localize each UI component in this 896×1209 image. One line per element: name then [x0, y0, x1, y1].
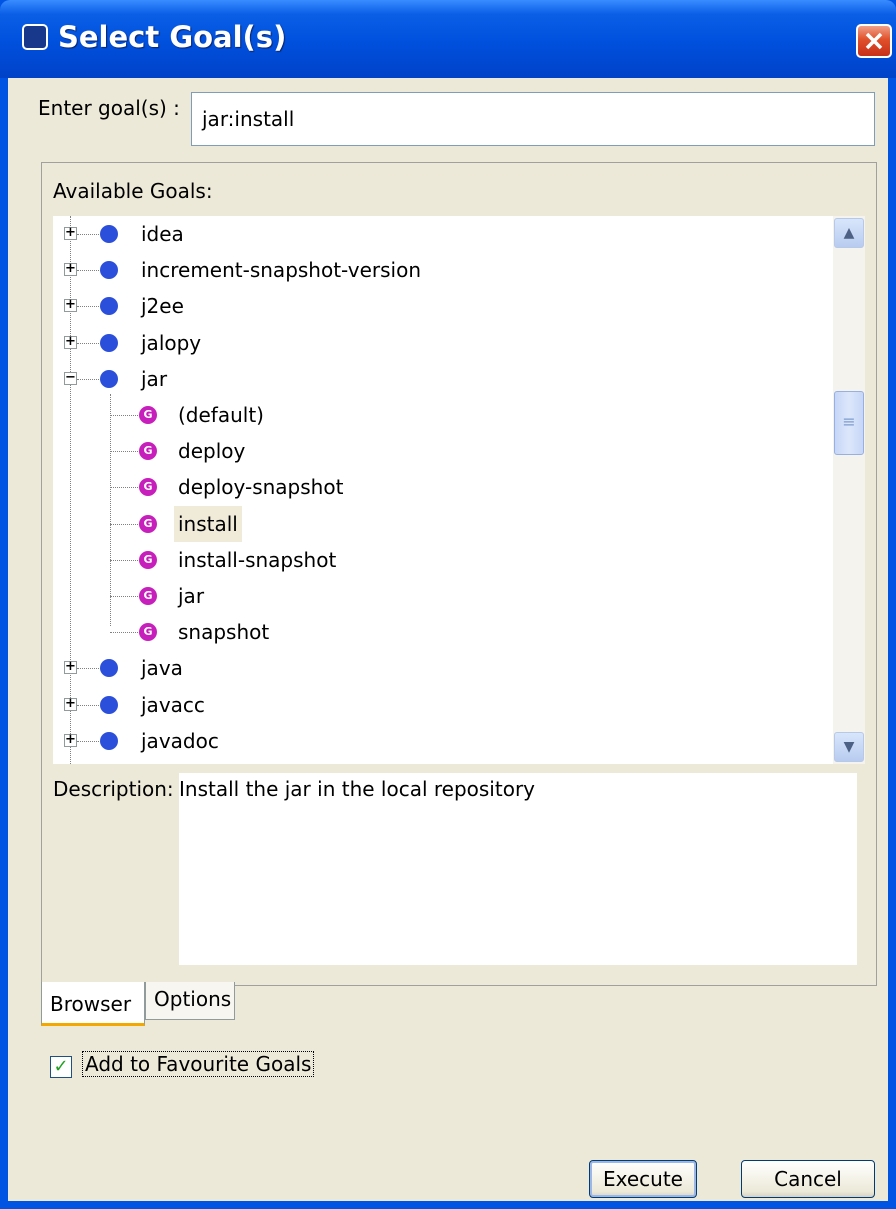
enter-goals-label: Enter goal(s) :: [38, 96, 180, 120]
tree-item-label: deploy-snapshot: [178, 475, 344, 500]
tree-goal-item[interactable]: Gdeploy: [53, 433, 833, 469]
grip-icon: ≡: [842, 412, 856, 431]
tree-scrollbar[interactable]: ▲ ≡ ▼: [833, 216, 865, 764]
available-goals-label: Available Goals:: [53, 179, 213, 203]
goal-icon: G: [139, 514, 157, 533]
tree-item-label: javadoc: [141, 728, 219, 753]
tree-goal-item[interactable]: Gdeploy-snapshot: [53, 469, 833, 505]
tree-item-label: deploy: [178, 439, 246, 464]
favourite-checkbox[interactable]: ✓: [50, 1056, 72, 1078]
collapse-icon[interactable]: −: [64, 371, 77, 385]
plugin-icon: [100, 369, 118, 388]
goal-icon: G: [139, 478, 157, 497]
tree-plugin-item[interactable]: + jalopy: [53, 325, 833, 361]
goals-input[interactable]: jar:install: [191, 92, 875, 146]
app-icon: [22, 24, 48, 50]
expand-icon[interactable]: +: [64, 335, 77, 349]
dialog-body: Enter goal(s) : jar:install Available Go…: [8, 78, 888, 1201]
expand-icon[interactable]: +: [64, 697, 77, 711]
tree-goal-item[interactable]: Gjar: [53, 578, 833, 614]
tab-strip: Browser Options: [41, 982, 341, 1028]
tree-goal-item[interactable]: Ginstall-snapshot: [53, 542, 833, 578]
window-title: Select Goal(s): [58, 20, 287, 54]
goals-tree[interactable]: + idea + increment-snapshot-version + j2ee + ja…: [53, 216, 833, 764]
expand-icon[interactable]: +: [64, 733, 77, 747]
tree-item-label: increment-snapshot-version: [141, 258, 421, 283]
execute-button[interactable]: Execute: [589, 1160, 697, 1198]
cancel-button[interactable]: Cancel: [741, 1160, 875, 1198]
description-text: Install the jar in the local repository: [179, 773, 857, 965]
select-goals-dialog: Select Goal(s) Enter goal(s) : jar:insta…: [0, 0, 896, 1209]
tree-item-label: (default): [178, 403, 264, 427]
close-icon: [865, 32, 883, 50]
browser-panel: Available Goals: + idea + increment-snapsho…: [41, 162, 877, 986]
goal-icon: G: [139, 623, 157, 642]
checkmark-icon: ✓: [53, 1056, 69, 1077]
tree-plugin-item[interactable]: + javacc: [53, 687, 833, 723]
tree-goal-item[interactable]: Ginstall: [53, 505, 833, 542]
tree-item-label: jar: [141, 366, 168, 391]
tree-item-label: jalopy: [141, 330, 202, 355]
tree-plugin-item[interactable]: + idea: [53, 216, 833, 252]
expand-icon[interactable]: +: [64, 262, 77, 277]
plugin-icon: [100, 225, 118, 243]
expand-icon[interactable]: +: [64, 298, 77, 313]
scroll-thumb[interactable]: ≡: [834, 391, 864, 455]
expand-icon[interactable]: +: [64, 226, 77, 240]
plugin-icon: [100, 731, 118, 750]
tree-item-label: jar: [178, 584, 205, 608]
tree-plugin-item[interactable]: + javadoc: [53, 723, 833, 759]
tab-options[interactable]: Options: [145, 982, 235, 1020]
close-button[interactable]: [856, 24, 892, 58]
tree-item-label: install-snapshot: [178, 547, 337, 572]
tree-plugin-item[interactable]: + increment-snapshot-version: [53, 252, 833, 288]
plugin-icon: [100, 261, 118, 280]
tree-item-label: install: [174, 505, 242, 542]
goal-icon: G: [139, 550, 157, 569]
expand-icon[interactable]: +: [64, 660, 77, 675]
plugin-icon: [100, 297, 118, 316]
tree-item-label: j2ee: [141, 294, 184, 319]
tree-goal-item[interactable]: Gsnapshot: [53, 614, 833, 650]
tab-browser[interactable]: Browser: [41, 982, 145, 1026]
tree-item-label: idea: [141, 222, 184, 246]
goal-icon: G: [139, 587, 157, 605]
scroll-up-button[interactable]: ▲: [834, 218, 864, 248]
tree-plugin-item[interactable]: − jar: [53, 361, 833, 397]
plugin-icon: [100, 333, 118, 352]
goal-icon: G: [139, 406, 157, 424]
tree-item-label: javacc: [141, 692, 205, 717]
tree-plugin-item[interactable]: + java: [53, 650, 833, 686]
title-bar[interactable]: Select Goal(s): [0, 0, 896, 78]
goal-icon: G: [139, 442, 157, 461]
description-label: Description:: [53, 777, 174, 801]
chevron-down-icon: ▼: [843, 739, 855, 755]
plugin-icon: [100, 695, 118, 714]
tree-item-label: snapshot: [178, 620, 270, 645]
plugin-icon: [100, 659, 118, 678]
favourite-label[interactable]: Add to Favourite Goals: [82, 1051, 315, 1077]
tree-item-label: java: [141, 656, 183, 681]
scroll-down-button[interactable]: ▼: [834, 732, 864, 762]
tree-plugin-item[interactable]: + j2ee: [53, 288, 833, 324]
chevron-up-icon: ▲: [843, 225, 855, 241]
tree-goal-item[interactable]: G (default): [53, 397, 833, 433]
